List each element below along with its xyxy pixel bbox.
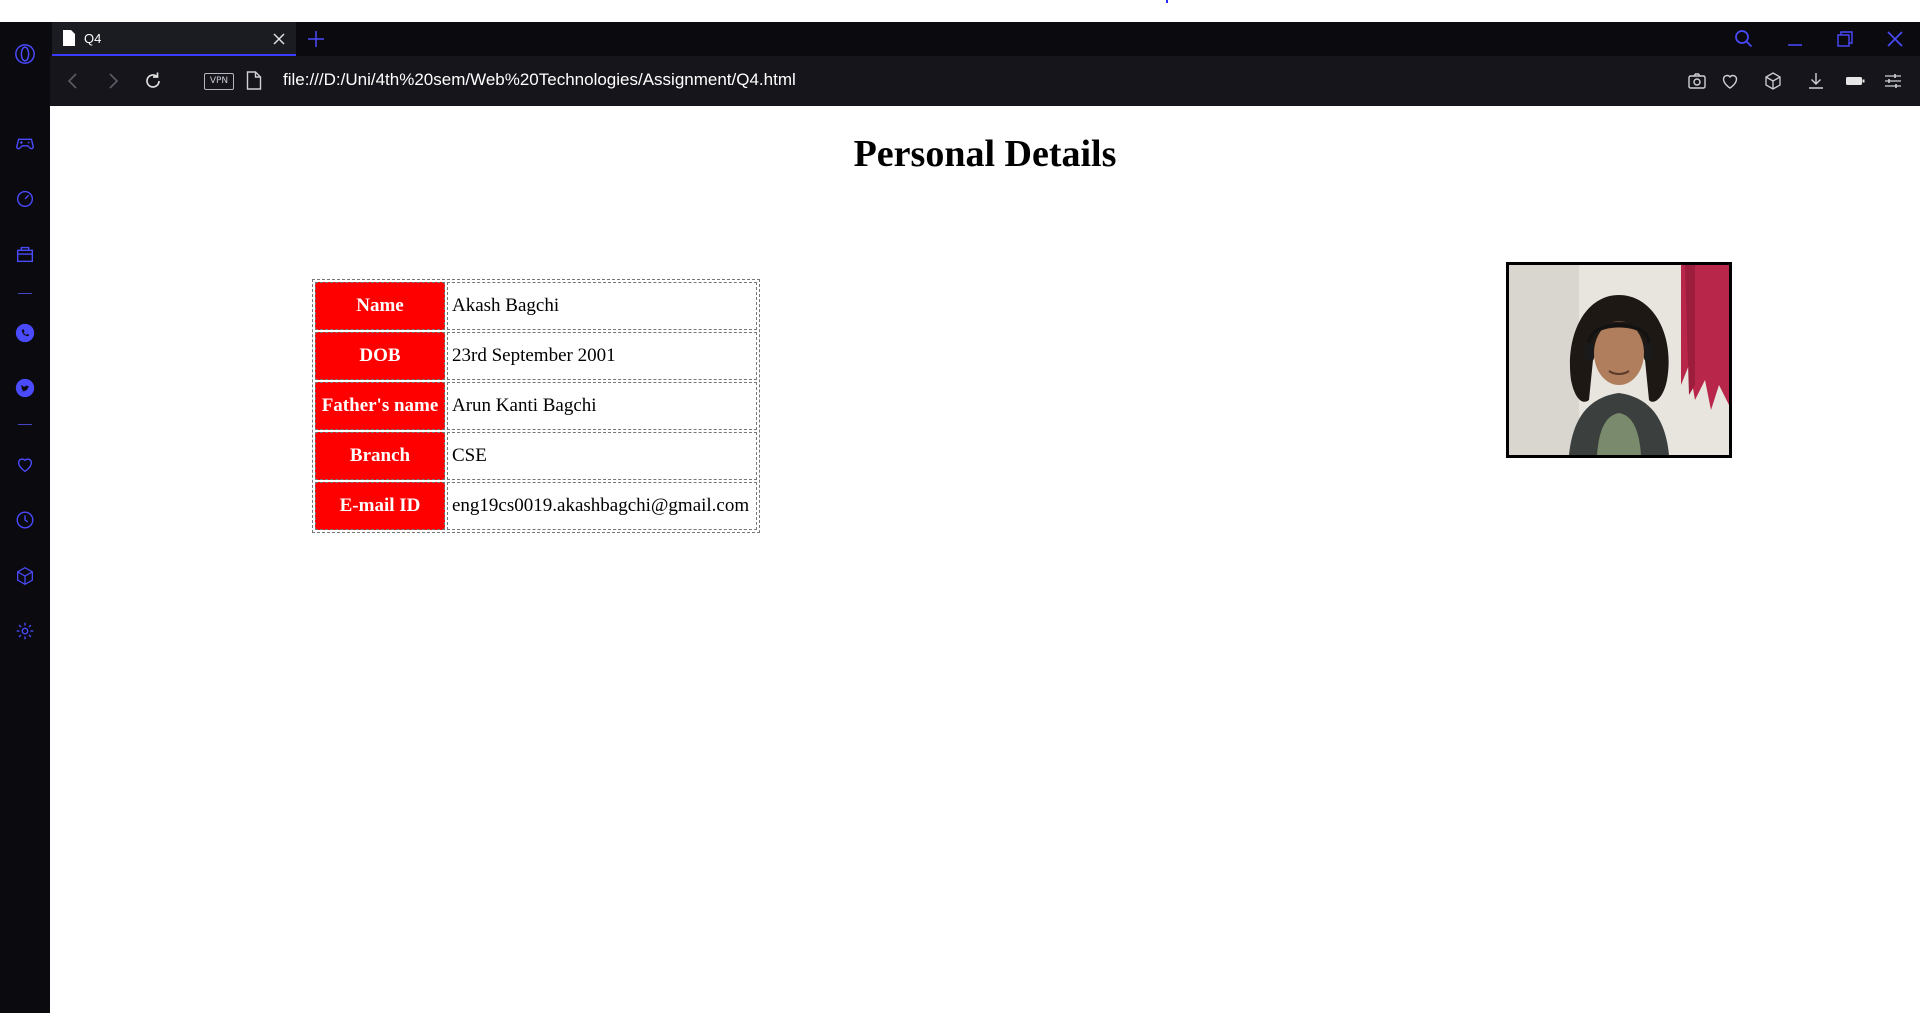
row-key: Branch [315, 432, 445, 480]
table-row: Name Akash Bagchi [315, 282, 757, 330]
download-icon[interactable] [1804, 69, 1828, 93]
row-key: Name [315, 282, 445, 330]
back-arrow-icon[interactable] [61, 69, 85, 93]
new-tab-plus-icon[interactable] [305, 28, 327, 50]
bookmark-heart-icon[interactable] [1718, 69, 1742, 93]
heart-icon[interactable] [13, 452, 37, 476]
document-icon [63, 30, 75, 46]
row-key: E-mail ID [315, 482, 445, 530]
minimize-window-icon[interactable] [1783, 27, 1807, 51]
window-top-strip [0, 0, 1920, 22]
page-info-icon[interactable] [246, 71, 262, 90]
tab-bar: Q4 [50, 22, 1920, 56]
tab-q4[interactable]: Q4 [52, 22, 296, 56]
personal-details-table: Name Akash Bagchi DOB 23rd September 200… [312, 279, 760, 533]
portrait-image [1509, 265, 1729, 455]
search-tabs-icon[interactable] [1732, 27, 1756, 51]
forward-arrow-icon[interactable] [101, 69, 125, 93]
restore-window-icon[interactable] [1833, 27, 1857, 51]
row-key: Father's name [315, 382, 445, 430]
opera-logo-icon[interactable] [13, 42, 37, 66]
shopping-bag-icon[interactable] [13, 242, 37, 266]
address-bar: VPN file:///D:/Uni/4th%20sem/Web%20Techn… [50, 56, 1920, 106]
profile-photo [1506, 262, 1732, 458]
row-value: 23rd September 2001 [447, 332, 757, 380]
page-title: Personal Details [853, 133, 1117, 175]
history-clock-icon[interactable] [13, 508, 37, 532]
row-value: CSE [447, 432, 757, 480]
row-key: DOB [315, 332, 445, 380]
close-window-icon[interactable] [1883, 27, 1907, 51]
reload-icon[interactable] [141, 69, 165, 93]
row-value: Akash Bagchi [447, 282, 757, 330]
settings-gear-icon[interactable] [13, 619, 37, 643]
row-value: eng19cs0019.akashbagchi@gmail.com [447, 482, 757, 530]
battery-saver-icon[interactable] [1843, 69, 1867, 93]
twitter-icon[interactable] [13, 376, 37, 400]
browser-sidebar [0, 22, 50, 1013]
table-row: E-mail ID eng19cs0019.akashbagchi@gmail.… [315, 482, 757, 530]
extensions-cube-icon[interactable] [1761, 69, 1785, 93]
game-controller-icon[interactable] [13, 131, 37, 155]
table-row: Branch CSE [315, 432, 757, 480]
row-value: Arun Kanti Bagchi [447, 382, 757, 430]
speed-dial-icon[interactable] [13, 186, 37, 210]
vpn-badge[interactable]: VPN [204, 73, 234, 90]
close-tab-icon[interactable] [270, 30, 288, 48]
cube-icon[interactable] [13, 564, 37, 588]
snapshot-camera-icon[interactable] [1685, 69, 1709, 93]
table-row: Father's name Arun Kanti Bagchi [315, 382, 757, 430]
easy-setup-sliders-icon[interactable] [1881, 69, 1905, 93]
tab-title: Q4 [84, 31, 102, 46]
whatsapp-icon[interactable] [13, 321, 37, 345]
web-page: Personal Details Name Akash Bagchi DOB 2… [50, 106, 1920, 1013]
table-row: DOB 23rd September 2001 [315, 332, 757, 380]
url-field[interactable]: file:///D:/Uni/4th%20sem/Web%20Technolog… [283, 70, 796, 90]
